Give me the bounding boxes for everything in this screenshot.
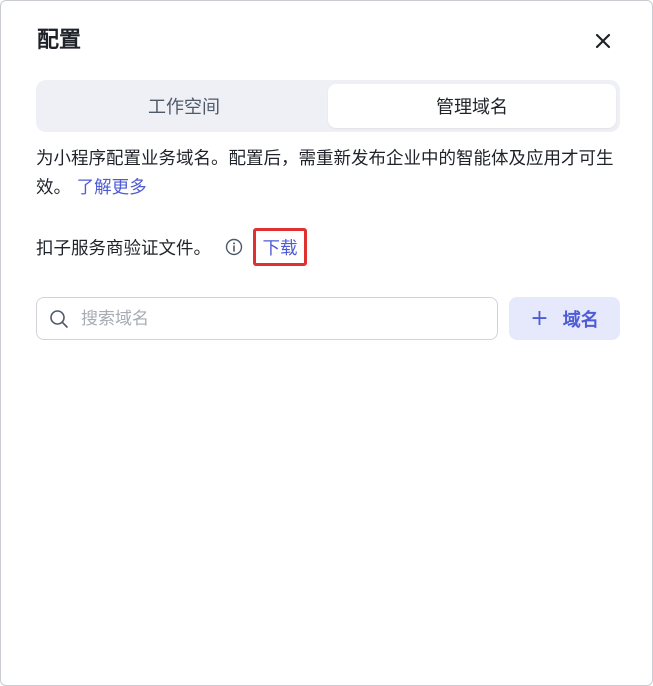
add-domain-button[interactable]: + 域名: [509, 297, 620, 340]
search-field[interactable]: [36, 297, 498, 340]
tab-workspace[interactable]: 工作空间: [40, 84, 328, 128]
add-domain-label: 域名: [562, 309, 599, 331]
search-input[interactable]: [79, 307, 479, 330]
info-icon[interactable]: [225, 238, 243, 256]
description: 为小程序配置业务域名。配置后，需重新发布企业中的智能体及应用才可生效。 了解更多: [36, 145, 622, 203]
verify-file-row: 扣子服务商验证文件。 下载: [36, 228, 307, 266]
verify-file-label: 扣子服务商验证文件。: [36, 238, 211, 259]
learn-more-link[interactable]: 了解更多: [77, 178, 147, 198]
close-icon: [595, 33, 611, 49]
plus-icon: +: [530, 305, 549, 331]
tab-manage-domains[interactable]: 管理域名: [328, 84, 616, 128]
close-button[interactable]: [587, 25, 619, 57]
dialog-title: 配置: [37, 28, 82, 53]
search-icon: [50, 309, 68, 328]
config-dialog: 配置 工作空间 管理域名 为小程序配置业务域名。配置后，需重新发布企业中的智能体…: [0, 0, 653, 686]
tab-bar: 工作空间 管理域名: [36, 80, 620, 132]
download-link[interactable]: 下载: [253, 228, 307, 266]
